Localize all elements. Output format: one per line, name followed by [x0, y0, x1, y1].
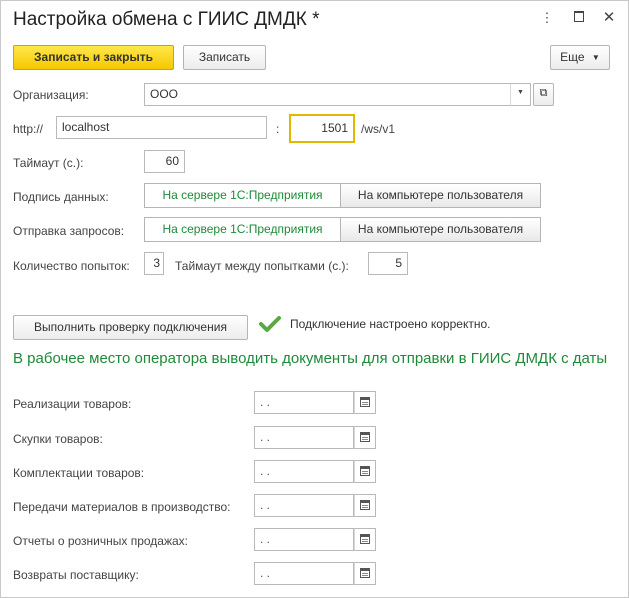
doc-row-label: Отчеты о розничных продажах: [13, 534, 188, 548]
connection-status-text: Подключение настроено корректно. [290, 317, 491, 331]
retail-reports-date-field[interactable]: . . [254, 528, 354, 551]
requests-label: Отправка запросов: [13, 224, 125, 238]
open-organization-button[interactable]: ⧉ [533, 83, 554, 106]
calendar-button[interactable] [354, 494, 376, 517]
open-link-icon: ⧉ [539, 87, 548, 99]
maximize-icon[interactable] [571, 10, 587, 26]
port-separator: : [276, 122, 280, 136]
host-field[interactable]: localhost [56, 116, 267, 139]
doc-row-label: Комплектации товаров: [13, 466, 145, 480]
requests-option-client[interactable]: На компьютере пользователя [340, 217, 541, 242]
signature-option-server[interactable]: На сервере 1С:Предприятия [144, 183, 341, 208]
calendar-icon [360, 432, 370, 442]
calendar-icon [360, 534, 370, 544]
calendar-button[interactable] [354, 562, 376, 585]
doc-row-label: Возвраты поставщику: [13, 568, 139, 582]
purchases-date-field[interactable]: . . [254, 426, 354, 449]
window-title: Настройка обмена с ГИИС ДМДК * [13, 9, 320, 30]
doc-row-label: Скупки товаров: [13, 432, 103, 446]
materials-transfer-date-field[interactable]: . . [254, 494, 354, 517]
calendar-button[interactable] [354, 528, 376, 551]
attempts-interval-label: Таймаут между попытками (с.): [175, 259, 349, 273]
attempts-label: Количество попыток: [13, 259, 130, 273]
documents-section-header: В рабочее место оператора выводить докум… [13, 350, 608, 367]
calendar-icon [360, 500, 370, 510]
assembly-date-field[interactable]: . . [254, 460, 354, 483]
timeout-label: Таймаут (с.): [13, 156, 84, 170]
more-options-icon[interactable]: ⋮ [539, 10, 555, 26]
organization-field[interactable]: ООО [144, 83, 511, 106]
protocol-label: http:// [13, 122, 44, 136]
organization-label: Организация: [13, 88, 89, 102]
attempts-field[interactable]: 3 [144, 252, 164, 275]
settings-window: Настройка обмена с ГИИС ДМДК * ⋮ ✕ Запис… [0, 0, 629, 598]
signature-label: Подпись данных: [13, 190, 109, 204]
requests-option-server[interactable]: На сервере 1С:Предприятия [144, 217, 341, 242]
port-field[interactable]: 1501 [289, 114, 355, 143]
calendar-button[interactable] [354, 426, 376, 449]
sales-date-field[interactable]: . . [254, 391, 354, 414]
save-and-close-button[interactable]: Записать и закрыть [13, 45, 174, 70]
chevron-down-icon: ▼ [591, 53, 600, 63]
attempts-interval-field[interactable]: 5 [368, 252, 408, 275]
doc-row-label: Передачи материалов в производство: [13, 500, 231, 514]
timeout-field[interactable]: 60 [144, 150, 185, 173]
save-button[interactable]: Записать [183, 45, 266, 70]
signature-option-client[interactable]: На компьютере пользователя [340, 183, 541, 208]
calendar-icon [360, 397, 370, 407]
calendar-button[interactable] [354, 460, 376, 483]
check-mark-icon [259, 316, 281, 332]
chevron-down-icon: ▼ [517, 89, 524, 96]
more-button[interactable]: Еще ▼ [550, 45, 610, 70]
calendar-icon [360, 568, 370, 578]
supplier-returns-date-field[interactable]: . . [254, 562, 354, 585]
close-icon[interactable]: ✕ [601, 10, 617, 26]
more-button-label: Еще [560, 50, 585, 64]
path-label: /ws/v1 [361, 122, 396, 136]
doc-row-label: Реализации товаров: [13, 397, 132, 411]
calendar-icon [360, 466, 370, 476]
check-connection-button[interactable]: Выполнить проверку подключения [13, 315, 248, 340]
organization-dropdown-button[interactable]: ▼ [510, 83, 531, 106]
calendar-button[interactable] [354, 391, 376, 414]
